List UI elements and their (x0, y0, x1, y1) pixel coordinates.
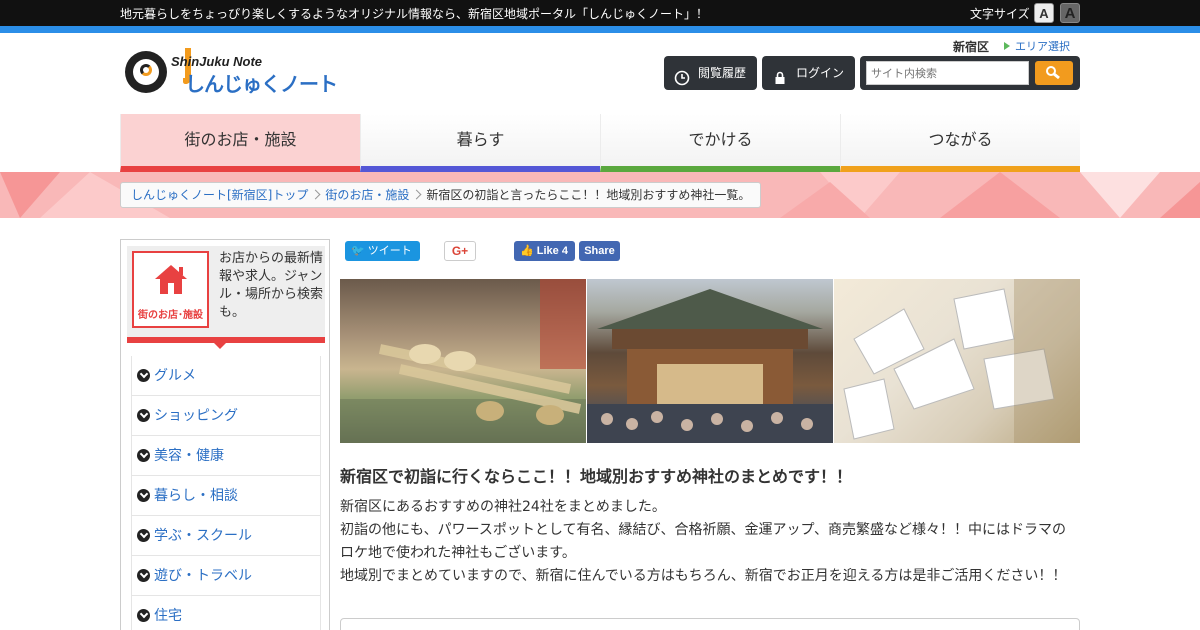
breadcrumb-link-top[interactable]: しんじゅくノート[新宿区]トップ (131, 188, 308, 202)
nav-tab-living[interactable]: 暮らす (360, 114, 600, 172)
chevron-down-icon (137, 369, 150, 382)
sidebar-divider (127, 337, 325, 343)
category-list: グルメ ショッピング 美容・健康 暮らし・相談 学ぶ・スクール 遊び・トラベル … (131, 356, 321, 630)
chevron-right-icon (310, 189, 321, 200)
thumbs-up-icon: 👍 (520, 245, 534, 257)
breadcrumb: しんじゅくノート[新宿区]トップ 街のお店・施設 新宿区の初詣と言ったらここ！！地域… (120, 182, 762, 208)
lock-icon (772, 65, 788, 99)
twitter-bird-icon: 🐦 (351, 245, 365, 257)
site-tagline: 地元暮らしをちょっぴり楽しくするようなオリジナル情報なら、新宿区地域ポータル「し… (120, 7, 709, 21)
font-size-label: 文字サイズ (970, 7, 1030, 21)
nav-tab-shops[interactable]: 街のお店・施設 (120, 114, 360, 172)
chevron-down-icon (137, 529, 150, 542)
article-paragraph: ロケ地で使われた神社もございます。 (340, 545, 576, 561)
chevron-down-icon (137, 609, 150, 622)
facebook-like-button[interactable]: 👍 Like 4 (514, 241, 575, 261)
breadcrumb-current: 新宿区の初詣と言ったらここ！！地域別おすすめ神社一覧。 (426, 188, 751, 202)
search-input[interactable] (866, 61, 1029, 85)
article-body: 新宿区にあるおすすめの神社24社をまとめました。 初詣の他にも、パワースポットと… (340, 496, 1080, 588)
global-nav: 街のお店・施設 暮らす でかける つながる (120, 114, 1080, 172)
category-item-label: 住宅 (154, 608, 182, 624)
category-caption: 街のお店･施設 (138, 310, 203, 321)
article-paragraph: 地域別でまとめていますので、新宿に住んでいる方はもちろん、新宿でお正月を迎える方… (340, 568, 1067, 584)
article-paragraph: 新宿区にあるおすすめの神社24社をまとめました。 (340, 499, 666, 515)
search-icon (1046, 66, 1060, 80)
search-button[interactable] (1035, 61, 1073, 85)
font-size-large-button[interactable]: A (1060, 3, 1080, 23)
area-select-link[interactable]: エリア選択 (1004, 38, 1070, 54)
article-paragraph: 初詣の他にも、パワースポットとして有名、縁結び、合格祈願、金運アップ、商売繁盛な… (340, 522, 1067, 538)
article-title: 新宿区で初詣に行くならここ！！地域別おすすめ神社のまとめです！！ (340, 467, 853, 486)
font-size-small-button[interactable]: A (1034, 3, 1054, 23)
category-item-living[interactable]: 暮らし・相談 (132, 476, 320, 516)
category-item-school[interactable]: 学ぶ・スクール (132, 516, 320, 556)
category-badge[interactable]: 街のお店･施設 (132, 251, 209, 328)
area-select-label: エリア選択 (1015, 40, 1070, 53)
sidebar-header: 街のお店･施設 お店からの最新情報や求人。ジャンル・場所から検索も。 (127, 246, 325, 343)
category-item-label: ショッピング (154, 408, 238, 424)
hero-photo-omikuji (834, 279, 1080, 443)
history-button[interactable]: 閲覧履歴 (664, 56, 757, 90)
category-item-travel[interactable]: 遊び・トラベル (132, 556, 320, 596)
breadcrumb-link-shops[interactable]: 街のお店・施設 (325, 188, 409, 202)
sidebar: 街のお店･施設 お店からの最新情報や求人。ジャンル・場所から検索も。 グルメ シ… (120, 239, 330, 630)
google-plus-button[interactable]: G+ (444, 241, 476, 261)
login-label: ログイン (796, 66, 845, 80)
nav-tab-connect[interactable]: つながる (840, 114, 1080, 172)
site-logo[interactable]: ShinJuku Note しんじゅくノート (125, 48, 338, 96)
portal-seal-icon (125, 51, 167, 93)
category-item-housing[interactable]: 住宅 (132, 596, 320, 630)
category-item-label: 遊び・トラベル (154, 568, 252, 584)
chevron-down-icon (137, 449, 150, 462)
table-of-contents-box (340, 618, 1080, 630)
nav-tab-outings[interactable]: でかける (600, 114, 840, 172)
category-item-label: 暮らし・相談 (154, 488, 238, 504)
current-area: 新宿区 (953, 40, 990, 54)
header-accent-bar (0, 26, 1200, 33)
category-item-label: 学ぶ・スクール (154, 528, 252, 544)
chevron-right-icon (411, 189, 422, 200)
hero-photo-water-basin (340, 279, 586, 443)
hero-photo-shrine-hall (587, 279, 833, 443)
category-description: お店からの最新情報や求人。ジャンル・場所から検索も。 (219, 251, 324, 320)
triangle-right-icon (1004, 42, 1010, 50)
site-search (860, 56, 1080, 90)
history-label: 閲覧履歴 (698, 66, 747, 80)
chevron-down-icon (137, 409, 150, 422)
login-button[interactable]: ログイン (762, 56, 855, 90)
category-item-label: グルメ (154, 368, 196, 384)
category-item-gourmet[interactable]: グルメ (132, 356, 320, 396)
chevron-down-icon (137, 569, 150, 582)
category-item-shopping[interactable]: ショッピング (132, 396, 320, 436)
article-hero-image (340, 279, 1080, 443)
logo-japanese: しんじゅくノート (185, 72, 338, 96)
top-bar: 地元暮らしをちょっぴり楽しくするようなオリジナル情報なら、新宿区地域ポータル「し… (0, 0, 1200, 26)
tweet-label: ツイート (367, 245, 412, 257)
category-item-label: 美容・健康 (154, 448, 224, 464)
logo-english: ShinJuku Note (171, 54, 263, 69)
facebook-share-button[interactable]: Share (579, 241, 620, 261)
caret-down-icon (214, 343, 226, 349)
tweet-button[interactable]: 🐦 ツイート (345, 241, 420, 261)
facebook-like-label: Like 4 (536, 245, 568, 257)
clock-icon (674, 65, 690, 99)
house-icon (154, 263, 188, 301)
chevron-down-icon (137, 489, 150, 502)
category-item-beauty[interactable]: 美容・健康 (132, 436, 320, 476)
